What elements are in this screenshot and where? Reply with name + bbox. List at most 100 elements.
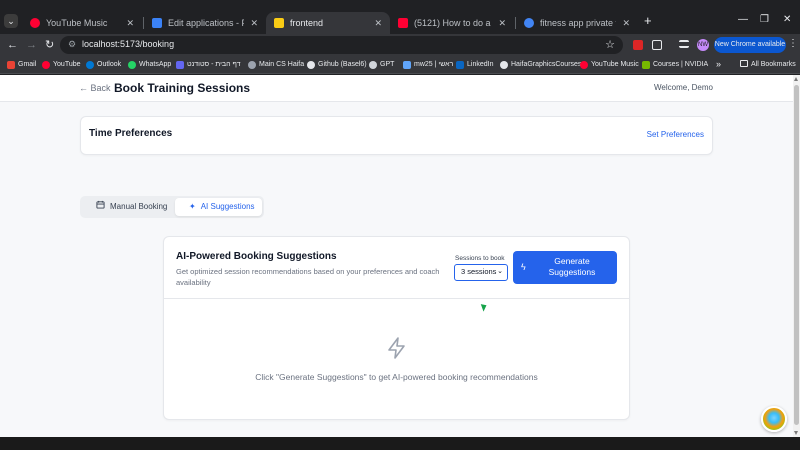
bookmark-mw25[interactable]: mw25 | ראשי — [403, 60, 453, 70]
extension-shield-icon[interactable] — [633, 40, 643, 50]
booking-mode-tabs: Manual Booking ✦ AI Suggestions — [80, 196, 264, 218]
nvidia-icon — [642, 61, 650, 69]
extensions-puzzle-icon[interactable] — [652, 40, 662, 50]
tab-strip: ⌄ YouTube Music ✕ Edit applications - Pa… — [0, 0, 800, 34]
page-viewport: ← Back Book Training Sessions Welcome, D… — [0, 75, 793, 437]
github-icon — [500, 61, 508, 69]
sparkle-icon: ✦ — [189, 202, 196, 211]
panel-divider — [164, 298, 629, 299]
all-bookmarks-button[interactable]: All Bookmarks — [740, 60, 796, 68]
bolt-icon — [385, 336, 409, 360]
sessions-count-select[interactable]: 3 sessions ⌄ — [454, 264, 508, 281]
tab-dumbbell-video[interactable]: (5121) How to do a Dumbbell I ✕ — [390, 12, 514, 34]
bookmarks-bar: Gmail YouTube Outlook WhatsApp דף הבית -… — [0, 56, 800, 74]
taskbar — [0, 437, 800, 450]
generate-button-label: Generate Suggestions — [548, 256, 596, 277]
youtube-music-icon — [30, 18, 40, 28]
close-tab-icon[interactable]: ✕ — [374, 12, 382, 34]
close-tab-icon[interactable]: ✕ — [622, 12, 630, 34]
tab-title: Edit applications - PayPal Devel — [168, 18, 244, 28]
tab-title: frontend — [290, 18, 324, 28]
calendar-icon — [96, 198, 105, 216]
close-tab-icon[interactable]: ✕ — [126, 12, 134, 34]
tab-title: YouTube Music — [46, 18, 108, 28]
chrome-menu-icon[interactable]: ⋮ — [788, 38, 798, 49]
linkedin-icon — [456, 61, 464, 69]
forward-arrow-icon[interactable]: → — [26, 38, 37, 52]
scroll-down-icon[interactable] — [794, 431, 798, 435]
tab-manual-booking[interactable]: Manual Booking — [82, 198, 172, 216]
ai-panel-description: Get optimized session recommendations ba… — [176, 267, 440, 287]
bookmark-gpt[interactable]: GPT — [369, 60, 394, 70]
tab-search-icon[interactable]: ⌄ — [4, 14, 18, 28]
close-tab-icon[interactable]: ✕ — [250, 12, 258, 34]
tab-frontend[interactable]: frontend ✕ — [266, 12, 390, 34]
more-bookmarks-icon[interactable]: » — [716, 59, 721, 69]
close-tab-icon[interactable]: ✕ — [498, 12, 506, 34]
assistant-bubble-icon[interactable] — [761, 406, 787, 432]
address-url[interactable]: localhost:5173/booking — [82, 39, 174, 49]
gmail-icon — [7, 61, 15, 69]
welcome-text: Welcome, Demo — [654, 83, 713, 92]
tab-label: Manual Booking — [110, 202, 168, 211]
bookmark-nvidia-courses[interactable]: Courses | NVIDIA — [642, 60, 708, 70]
app-header: ← Back Book Training Sessions Welcome, D… — [0, 75, 793, 102]
openai-icon — [369, 61, 377, 69]
bookmark-student-home[interactable]: דף הבית - סטודנט — [176, 60, 241, 70]
whatsapp-icon — [128, 61, 136, 69]
bookmark-youtube[interactable]: YouTube — [42, 60, 81, 70]
bookmark-star-icon[interactable]: ☆ — [605, 38, 615, 51]
tab-ai-suggestions[interactable]: ✦ AI Suggestions — [175, 198, 262, 216]
site-icon — [176, 61, 184, 69]
youtube-icon — [398, 18, 408, 28]
bookmark-github[interactable]: Github (Basel6) — [307, 60, 367, 70]
new-tab-button[interactable]: + — [644, 14, 652, 28]
vite-icon — [274, 18, 284, 28]
bookmark-haifa-graphics[interactable]: HaifaGraphicsCourses — [500, 60, 581, 70]
bookmark-outlook[interactable]: Outlook — [86, 60, 121, 70]
sessions-count-value: 3 sessions — [461, 267, 497, 276]
tab-label: AI Suggestions — [200, 202, 255, 211]
browser-window: ⌄ YouTube Music ✕ Edit applications - Pa… — [0, 0, 800, 450]
youtube-music-icon — [580, 61, 588, 69]
bookmark-whatsapp[interactable]: WhatsApp — [128, 60, 171, 70]
tab-title: fitness app private fitness coac — [540, 18, 616, 28]
new-chrome-available-button[interactable]: New Chrome available — [714, 37, 786, 53]
restore-icon[interactable]: ❐ — [760, 14, 769, 25]
page-title: Book Training Sessions — [114, 81, 251, 95]
time-preferences-title: Time Preferences — [89, 128, 173, 139]
bookmark-youtube-music[interactable]: YouTube Music — [580, 60, 639, 70]
bolt-icon: ϟ — [521, 262, 526, 272]
globe-icon — [248, 61, 256, 69]
tab-paypal[interactable]: Edit applications - PayPal Devel ✕ — [144, 12, 266, 34]
tab-title: (5121) How to do a Dumbbell I — [414, 18, 492, 28]
tab-youtube-music[interactable]: YouTube Music ✕ — [22, 12, 142, 34]
back-arrow-icon[interactable]: ← — [7, 38, 18, 52]
bookmark-main-cs-haifa[interactable]: Main CS Haifa — [248, 60, 304, 70]
youtube-icon — [42, 61, 50, 69]
page-scrollbar[interactable] — [793, 75, 800, 437]
set-preferences-link[interactable]: Set Preferences — [647, 130, 704, 139]
close-window-icon[interactable]: ✕ — [783, 14, 791, 25]
scrollbar-thumb[interactable] — [794, 85, 799, 425]
github-icon — [307, 61, 315, 69]
site-info-icon[interactable]: ⚙ — [68, 39, 76, 50]
minimize-icon[interactable]: — — [738, 14, 748, 25]
outlook-icon — [86, 61, 94, 69]
bookmark-gmail[interactable]: Gmail — [7, 60, 36, 70]
media-controls-icon[interactable] — [679, 40, 689, 48]
profile-avatar[interactable]: NW — [697, 39, 709, 51]
address-bar[interactable]: ⚙ localhost:5173/booking ☆ — [60, 36, 623, 54]
bookmark-linkedin[interactable]: LinkedIn — [456, 60, 493, 70]
browser-toolbar: ← → ↻ ⚙ localhost:5173/booking ☆ NW New … — [0, 34, 800, 56]
reload-icon[interactable]: ↻ — [45, 38, 54, 52]
tab-google-search[interactable]: fitness app private fitness coac ✕ — [516, 12, 638, 34]
back-link[interactable]: ← Back — [79, 83, 111, 93]
empty-state-message: Click "Generate Suggestions" to get AI-p… — [255, 372, 538, 382]
ai-suggestions-panel: AI-Powered Booking Suggestions Get optim… — [163, 236, 630, 420]
folder-icon — [740, 60, 748, 67]
time-preferences-card: Time Preferences Set Preferences — [80, 116, 713, 155]
generate-suggestions-button[interactable]: ϟ Generate Suggestions — [513, 251, 617, 284]
scroll-up-icon[interactable] — [794, 77, 798, 81]
ai-panel-title: AI-Powered Booking Suggestions — [176, 251, 337, 262]
